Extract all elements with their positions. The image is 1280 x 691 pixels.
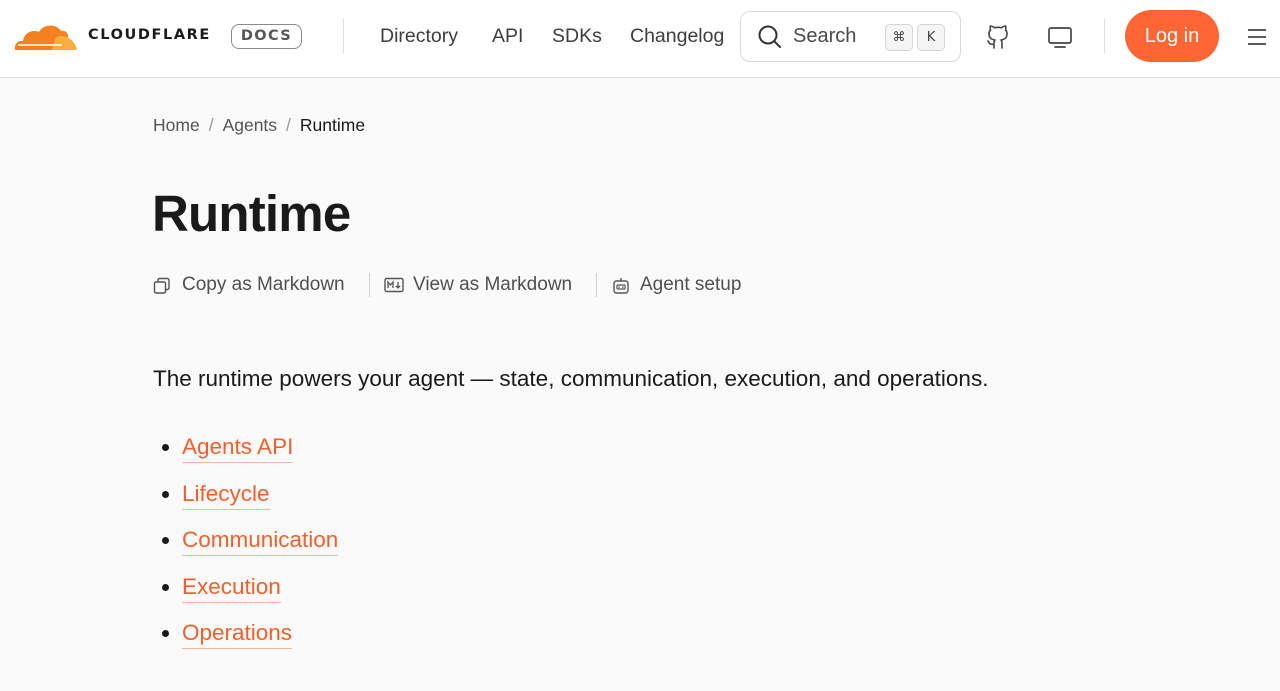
- breadcrumb-home[interactable]: Home: [153, 115, 200, 135]
- intro-paragraph: The runtime powers your agent — state, c…: [153, 366, 989, 391]
- search-icon: [758, 25, 781, 48]
- bullet-point: [162, 537, 169, 545]
- header-divider: [343, 18, 344, 54]
- action-divider: [596, 273, 597, 297]
- search-button[interactable]: Search ⌘ K: [740, 11, 961, 62]
- breadcrumb-agents[interactable]: Agents: [223, 115, 277, 135]
- copy-markdown-label: Copy as Markdown: [182, 274, 345, 295]
- menu-icon[interactable]: [1246, 26, 1268, 48]
- copy-icon: [153, 277, 170, 294]
- breadcrumb-separator: /: [286, 115, 291, 135]
- page-title: Runtime: [152, 185, 351, 242]
- brand-wordmark[interactable]: CLOUDFLARE: [88, 27, 211, 43]
- agent-setup-button[interactable]: Agent setup: [612, 270, 752, 300]
- bullet-point: [162, 490, 169, 498]
- agent-setup-label: Agent setup: [640, 274, 742, 295]
- monitor-icon[interactable]: [1045, 22, 1075, 52]
- github-icon[interactable]: [983, 22, 1013, 52]
- nav-changelog[interactable]: Changelog: [630, 24, 724, 49]
- breadcrumb: Home / Agents / Runtime: [153, 113, 365, 137]
- view-markdown-button[interactable]: View as Markdown: [384, 270, 584, 300]
- view-markdown-label: View as Markdown: [413, 274, 573, 295]
- copy-markdown-button[interactable]: Copy as Markdown: [153, 270, 355, 300]
- link-agents-api[interactable]: Agents API: [182, 432, 294, 463]
- top-header: CLOUDFLARE DOCS Directory API SDKs Chang…: [0, 0, 1280, 78]
- bullet-point: [162, 583, 169, 591]
- header-divider-right: [1104, 18, 1105, 54]
- breadcrumb-current: Runtime: [299, 115, 366, 135]
- bullet-point: [162, 630, 169, 638]
- nav-sdks[interactable]: SDKs: [552, 24, 602, 49]
- markdown-icon: [384, 277, 404, 293]
- nav-api[interactable]: API: [492, 24, 523, 49]
- link-operations[interactable]: Operations: [182, 618, 293, 650]
- link-lifecycle[interactable]: Lifecycle: [182, 479, 270, 510]
- shortcut-k-key: K: [917, 24, 945, 51]
- robot-icon: [613, 278, 629, 294]
- action-divider: [369, 273, 370, 297]
- cloudflare-logo-icon[interactable]: [12, 20, 78, 52]
- link-execution[interactable]: Execution: [182, 572, 281, 603]
- docs-badge[interactable]: DOCS: [231, 24, 302, 49]
- login-button[interactable]: Log in: [1125, 10, 1219, 62]
- breadcrumb-separator: /: [208, 115, 214, 135]
- link-communication[interactable]: Communication: [182, 525, 339, 557]
- bullet-point: [162, 444, 169, 451]
- shortcut-cmd-key: ⌘: [885, 24, 913, 51]
- nav-directory[interactable]: Directory: [380, 24, 458, 49]
- search-label: Search: [793, 25, 857, 47]
